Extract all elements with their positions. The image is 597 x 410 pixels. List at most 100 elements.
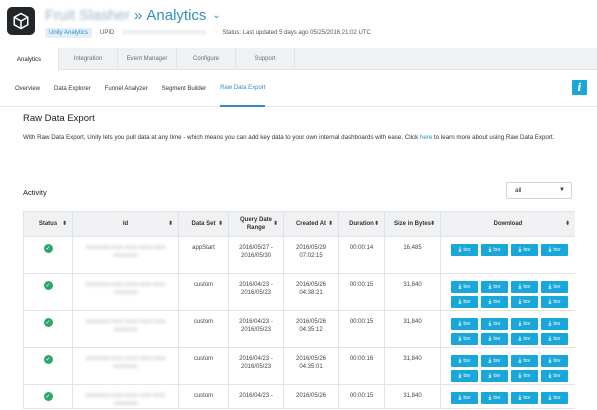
- activity-filter-select[interactable]: all ▼: [506, 182, 572, 199]
- sort-icon[interactable]: ⬍: [273, 220, 278, 228]
- download-buttons: ⤓ tsv ⤓ tsv ⤓ tsv ⤓ tsv: [451, 392, 575, 404]
- download-label: tsv: [463, 247, 471, 253]
- chevron-down-icon[interactable]: ⌄: [212, 10, 220, 21]
- tab-integration[interactable]: Integration: [59, 48, 118, 70]
- column-header[interactable]: Query Date Range ⬍: [228, 211, 284, 237]
- tab-event-manager[interactable]: Event Manager: [118, 48, 177, 70]
- sort-icon[interactable]: ⬍: [328, 220, 333, 228]
- download-tsv-button[interactable]: ⤓ tsv: [541, 355, 568, 367]
- download-tsv-button[interactable]: ⤓ tsv: [511, 318, 538, 330]
- activity-table-container[interactable]: Status ⬍ Id ⬍ Data Set ⬍ Query Date Range ⬍ Crea…: [23, 211, 575, 410]
- download-label: tsv: [493, 299, 501, 305]
- table-row[interactable]: ✓ xxxxxxxx-xxxx-xxxx-xxxx-xxxxxxxxxxxx app…: [23, 236, 575, 274]
- id-value: xxxxxxxx-xxxx-xxxx-xxxx-xxxxxxxxxxxx: [85, 393, 166, 407]
- sort-icon[interactable]: ⬍: [374, 220, 379, 228]
- id-value: xxxxxxxx-xxxx-xxxx-xxxx-xxxxxxxxxxxx: [85, 282, 166, 296]
- download-tsv-button[interactable]: ⤓ tsv: [541, 370, 568, 382]
- download-tsv-button[interactable]: ⤓ tsv: [511, 296, 538, 308]
- download-tsv-button[interactable]: ⤓ tsv: [541, 318, 568, 330]
- range-value: 2016/04/23 - 2016/05/23: [239, 356, 273, 370]
- download-label: tsv: [523, 336, 531, 342]
- sort-icon[interactable]: ⬍: [430, 220, 435, 228]
- tab-support[interactable]: Support: [236, 48, 295, 70]
- download-tsv-button[interactable]: ⤓ tsv: [541, 244, 568, 256]
- column-header[interactable]: Status ⬍: [23, 211, 73, 237]
- download-tsv-button[interactable]: ⤓ tsv: [451, 318, 478, 330]
- download-tsv-button[interactable]: ⤓ tsv: [541, 281, 568, 293]
- column-header[interactable]: Download ⬍: [440, 211, 575, 237]
- dataset-cell: appStart: [178, 236, 229, 274]
- download-tsv-button[interactable]: ⤓ tsv: [541, 333, 568, 345]
- download-tsv-button[interactable]: ⤓ tsv: [481, 392, 508, 404]
- download-tsv-button[interactable]: ⤓ tsv: [481, 370, 508, 382]
- download-tsv-button[interactable]: ⤓ tsv: [451, 296, 478, 308]
- unity-logo[interactable]: [7, 7, 35, 35]
- download-tsv-button[interactable]: ⤓ tsv: [481, 244, 508, 256]
- download-tsv-button[interactable]: ⤓ tsv: [451, 392, 478, 404]
- download-label: tsv: [553, 321, 561, 327]
- download-tsv-button[interactable]: ⤓ tsv: [511, 370, 538, 382]
- tab-analytics[interactable]: Analytics: [0, 48, 59, 71]
- unity-cube-icon: [13, 12, 29, 30]
- description-text: With Raw Data Export, Unity lets you pul…: [23, 134, 420, 141]
- column-header-label: Data Set: [191, 221, 216, 227]
- subtab-segment-builder[interactable]: Segment Builder: [162, 71, 206, 107]
- sort-icon[interactable]: ⬍: [168, 220, 173, 228]
- learn-more-link[interactable]: here: [420, 134, 432, 141]
- sort-icon[interactable]: ⬍: [218, 220, 223, 228]
- sort-icon[interactable]: ⬍: [62, 220, 67, 228]
- download-tsv-button[interactable]: ⤓ tsv: [451, 333, 478, 345]
- download-icon: ⤓: [518, 321, 522, 327]
- column-header[interactable]: Duration ⬍: [338, 211, 385, 237]
- subtab-funnel-analyzer[interactable]: Funnel Analyzer: [105, 71, 148, 107]
- table-row[interactable]: ✓ xxxxxxxx-xxxx-xxxx-xxxx-xxxxxxxxxxxx cus…: [23, 347, 575, 385]
- download-label: tsv: [463, 395, 471, 401]
- column-header[interactable]: Data Set ⬍: [178, 211, 229, 237]
- column-header[interactable]: Size in Bytes ⬍: [384, 211, 441, 237]
- download-tsv-button[interactable]: ⤓ tsv: [511, 355, 538, 367]
- column-header-label: Status: [38, 221, 58, 227]
- download-icon: ⤓: [458, 284, 462, 290]
- download-tsv-button[interactable]: ⤓ tsv: [541, 392, 568, 404]
- download-tsv-button[interactable]: ⤓ tsv: [451, 244, 478, 256]
- table-row[interactable]: ✓ xxxxxxxx-xxxx-xxxx-xxxx-xxxxxxxxxxxx cus…: [23, 310, 575, 348]
- table-row[interactable]: ✓ xxxxxxxx-xxxx-xxxx-xxxx-xxxxxxxxxxxx cus…: [23, 384, 575, 409]
- title-separator: »: [134, 7, 143, 24]
- download-label: tsv: [463, 299, 471, 305]
- tab-configure[interactable]: Configure: [177, 48, 236, 70]
- info-icon[interactable]: i: [572, 80, 587, 95]
- range-cell: 2016/04/23 - 2016/05/23: [228, 273, 284, 311]
- status-text: Status: Last updated 5 days ago 05/25/20…: [222, 30, 371, 36]
- download-tsv-button[interactable]: ⤓ tsv: [541, 296, 568, 308]
- subtab-data-explorer[interactable]: Data Explorer: [54, 71, 91, 107]
- duration-value: 00:00:15: [349, 282, 374, 288]
- range-cell: 2016/04/23 - 2016/05/23: [228, 310, 284, 348]
- subtab-overview[interactable]: Overview: [15, 71, 40, 107]
- section-title[interactable]: Analytics: [146, 7, 206, 24]
- download-tsv-button[interactable]: ⤓ tsv: [481, 355, 508, 367]
- download-tsv-button[interactable]: ⤓ tsv: [481, 318, 508, 330]
- activity-heading: Activity: [23, 188, 47, 197]
- caret-down-icon: ▼: [559, 187, 565, 193]
- column-header[interactable]: Id ⬍: [72, 211, 179, 237]
- duration-cell: 00:00:15: [338, 384, 385, 409]
- download-tsv-button[interactable]: ⤓ tsv: [511, 244, 538, 256]
- table-row[interactable]: ✓ xxxxxxxx-xxxx-xxxx-xxxx-xxxxxxxxxxxx cus…: [23, 273, 575, 311]
- download-tsv-button[interactable]: ⤓ tsv: [481, 333, 508, 345]
- download-tsv-button[interactable]: ⤓ tsv: [451, 355, 478, 367]
- dataset-value: custom: [193, 356, 214, 362]
- project-name[interactable]: Fruit Slasher: [45, 7, 130, 24]
- sort-icon[interactable]: ⬍: [565, 220, 570, 228]
- id-cell: xxxxxxxx-xxxx-xxxx-xxxx-xxxxxxxxxxxx: [72, 384, 179, 409]
- download-tsv-button[interactable]: ⤓ tsv: [511, 333, 538, 345]
- download-tsv-button[interactable]: ⤓ tsv: [481, 281, 508, 293]
- page-title: Raw Data Export: [23, 113, 95, 124]
- download-tsv-button[interactable]: ⤓ tsv: [451, 281, 478, 293]
- download-tsv-button[interactable]: ⤓ tsv: [451, 370, 478, 382]
- download-tsv-button[interactable]: ⤓ tsv: [511, 281, 538, 293]
- product-chip[interactable]: Unity Analytics: [45, 28, 93, 38]
- download-tsv-button[interactable]: ⤓ tsv: [481, 296, 508, 308]
- download-tsv-button[interactable]: ⤓ tsv: [511, 392, 538, 404]
- subtab-raw-data-export[interactable]: Raw Data Export: [220, 71, 266, 107]
- column-header[interactable]: Created At ⬍: [283, 211, 339, 237]
